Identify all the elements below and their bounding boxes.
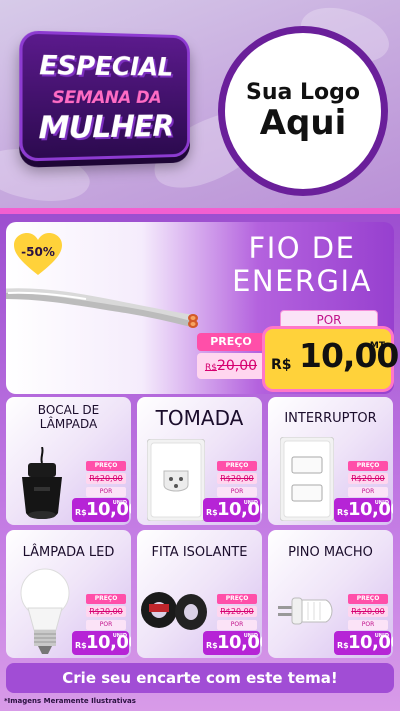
product-currency: R$ [337, 508, 349, 517]
product-title: PINO MACHO [268, 545, 393, 561]
product-preco-label: PREÇO [217, 594, 257, 604]
led-bulb-icon [20, 568, 70, 654]
product-title-line-1: FITA ISOLANTE [151, 545, 248, 560]
product-old-price: R$20,00 [86, 473, 126, 484]
hero-preco-label: PREÇO [197, 333, 265, 351]
product-card[interactable]: FITA ISOLANTE PREÇO R$20,00 POR R$ 10,00… [137, 530, 262, 658]
product-preco-label: PREÇO [348, 461, 388, 471]
hero-unit: MT [369, 341, 385, 351]
outlet-icon [147, 439, 205, 521]
product-card[interactable]: PINO MACHO PREÇO R$20,00 POR R$ 10,00 UN… [268, 530, 393, 658]
hero-old-value: 20,00 [216, 358, 258, 374]
product-currency: R$ [206, 508, 218, 517]
product-card[interactable]: BOCAL DE LÂMPADA PREÇO R$20,00 POR R$ 10… [6, 397, 131, 525]
product-title: FITA ISOLANTE [137, 545, 262, 561]
product-price-tag: R$ 10,00 UNID [334, 498, 393, 522]
hero-title-line-2: ENERGIA [232, 264, 372, 299]
product-title: LÂMPADA LED [6, 545, 131, 561]
product-title: TOMADA [137, 407, 262, 430]
logo-text-2: Aqui [259, 102, 347, 143]
badge-line-2: SEMANA DA [52, 87, 162, 109]
product-price-tag: R$ 10,00 UNID [72, 631, 131, 655]
product-unit: UNID [112, 633, 127, 639]
product-title-line-1: INTERRUPTOR [284, 411, 377, 426]
product-preco-label: PREÇO [217, 461, 257, 471]
product-card[interactable]: LÂMPADA LED PREÇO R$20,00 POR R$ 10,00 U… [6, 530, 131, 658]
product-card[interactable]: INTERRUPTOR PREÇO R$20,00 POR R$ 10,00 U… [268, 397, 393, 525]
product-currency: R$ [75, 508, 87, 517]
product-currency: R$ [337, 641, 349, 650]
product-card[interactable]: TOMADA PREÇO R$20,00 POR R$ 10,00 UNID [137, 397, 262, 525]
badge-line-1: ESPECIAL [39, 50, 173, 83]
product-preco-label: PREÇO [86, 594, 126, 604]
hero-old-price-box: PREÇO R$20,00 [197, 333, 267, 381]
product-old-price: R$20,00 [86, 606, 126, 617]
product-title-line-1: BOCAL DE [37, 403, 100, 417]
product-old-price: R$20,00 [217, 606, 257, 617]
product-old-price: R$20,00 [217, 473, 257, 484]
cta-banner[interactable]: Crie seu encarte com este tema! [6, 663, 394, 693]
logo-text-1: Sua Logo [245, 79, 360, 105]
product-currency: R$ [75, 641, 87, 650]
product-price-tag: R$ 10,00 UNID [203, 498, 262, 522]
product-old-price: R$20,00 [348, 606, 388, 617]
campaign-badge: ESPECIAL SEMANA DA MULHER [19, 30, 190, 162]
product-price-tag: R$ 10,00 UNID [203, 631, 262, 655]
product-title-line-1: TOMADA [155, 406, 244, 430]
product-unit: UNID [243, 633, 258, 639]
product-preco-label: PREÇO [348, 594, 388, 604]
product-currency: R$ [206, 641, 218, 650]
logo-placeholder[interactable]: Sua Logo Aqui [218, 26, 388, 196]
hero-price-tag: R$ 10,00 MT [265, 329, 399, 389]
product-preco-label: PREÇO [86, 461, 126, 471]
product-title: INTERRUPTOR [268, 411, 393, 427]
product-price-tag: R$ 10,00 UNID [334, 631, 393, 655]
badge-line-3: MULHER [38, 109, 174, 147]
discount-heart-badge: -50% [14, 233, 62, 277]
product-unit: UNID [112, 500, 127, 506]
product-unit: UNID [243, 500, 258, 506]
product-por-label: POR [86, 620, 126, 630]
hero-title: FIO DE ENERGIA [212, 231, 392, 299]
hero-por-label: POR [280, 310, 378, 330]
hero-currency: R$ [271, 357, 292, 373]
product-por-label: POR [217, 620, 257, 630]
hero-old-currency: R$ [204, 363, 217, 373]
product-por-label: POR [217, 487, 257, 497]
socket-icon [22, 447, 62, 519]
product-por-label: POR [86, 487, 126, 497]
product-unit: UNID [374, 500, 389, 506]
product-unit: UNID [374, 633, 389, 639]
product-title-line-1: LÂMPADA LED [22, 545, 115, 560]
disclaimer-text: *Imagens Meramente Ilustrativas [4, 697, 136, 705]
wire-image [6, 288, 198, 328]
product-por-label: POR [348, 487, 388, 497]
product-por-label: POR [348, 620, 388, 630]
hero-title-line-1: FIO DE [248, 231, 356, 265]
product-title-line-2: LÂMPADA [39, 416, 98, 431]
plug-icon [278, 597, 333, 625]
discount-label: -50% [21, 245, 55, 259]
product-price-tag: R$ 10,00 UNID [72, 498, 131, 522]
tape-icon [141, 592, 207, 630]
product-old-price: R$20,00 [348, 473, 388, 484]
switch-icon [280, 437, 334, 521]
product-title: BOCAL DE LÂMPADA [6, 403, 131, 432]
product-title-line-1: PINO MACHO [288, 545, 373, 560]
hero-old-price: R$20,00 [197, 353, 265, 379]
